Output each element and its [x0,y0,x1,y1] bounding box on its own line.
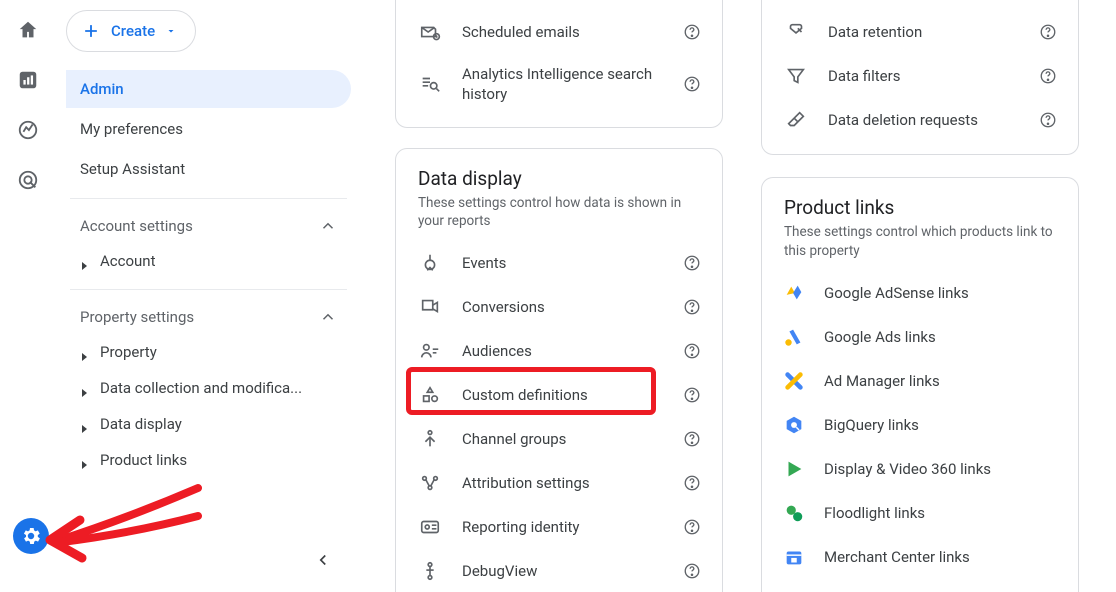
scheduled-emails-icon [416,20,444,44]
help-icon[interactable] [682,341,702,361]
events-icon [416,251,444,275]
home-icon[interactable] [16,18,40,42]
row-attribution-settings[interactable]: Attribution settings [396,461,722,505]
caret-right-icon [80,348,88,356]
row-data-deletion[interactable]: Data deletion requests [762,98,1078,142]
merchant-center-icon [782,545,806,569]
explore-icon[interactable] [16,118,40,142]
row-reporting-identity[interactable]: Reporting identity [396,505,722,549]
search-history-icon [416,72,444,96]
main-content: Scheduled emails Analytics Intelligence … [361,0,1116,592]
help-icon[interactable] [682,385,702,405]
divider [70,198,347,199]
left-rail [0,0,56,592]
data-retention-icon [782,20,810,44]
card-subtitle: These settings control which products li… [762,221,1078,271]
nav-setup-assistant[interactable]: Setup Assistant [66,150,351,188]
row-data-filters[interactable]: Data filters [762,54,1078,98]
row-floodlight-links[interactable]: Floodlight links [762,491,1078,535]
row-google-play-links[interactable]: Google Play links [762,579,1078,592]
custom-definitions-icon [416,383,444,407]
sidebar-item-data-collection[interactable]: Data collection and modifica... [66,370,351,406]
row-bigquery-links[interactable]: BigQuery links [762,403,1078,447]
sidebar-item-data-display[interactable]: Data display [66,406,351,442]
row-scheduled-emails[interactable]: Scheduled emails [396,10,722,54]
primary-nav: Admin My preferences Setup Assistant [66,70,351,188]
conversions-icon [416,295,444,319]
sidebar-item-property[interactable]: Property [66,334,351,370]
help-icon[interactable] [1038,66,1058,86]
nav-my-preferences[interactable]: My preferences [66,110,351,148]
row-channel-groups[interactable]: Channel groups [396,417,722,461]
google-ads-icon [782,325,806,349]
card-title: Product links [762,184,1078,221]
chevron-up-icon [319,217,337,235]
row-debugview[interactable]: DebugView [396,549,722,592]
help-icon[interactable] [682,561,702,581]
row-audiences[interactable]: Audiences [396,329,722,373]
help-icon[interactable] [682,473,702,493]
row-conversions[interactable]: Conversions [396,285,722,329]
debugview-icon [416,559,444,583]
property-settings-header[interactable]: Property settings [66,300,351,334]
plus-icon [81,21,101,41]
card-data-display: Data display These settings control how … [395,148,723,592]
help-icon[interactable] [682,253,702,273]
row-custom-definitions[interactable]: Custom definitions [396,373,722,417]
sidebar-item-product-links[interactable]: Product links [66,442,351,478]
sidebar-item-account[interactable]: Account [66,243,351,279]
caret-right-icon [80,257,88,265]
row-merchant-center-links[interactable]: Merchant Center links [762,535,1078,579]
row-ad-manager-links[interactable]: Ad Manager links [762,359,1078,403]
help-icon[interactable] [682,74,702,94]
help-icon[interactable] [682,429,702,449]
row-analytics-intelligence-history[interactable]: Analytics Intelligence search history [396,54,722,115]
adsense-icon [782,281,806,305]
help-icon[interactable] [1038,110,1058,130]
row-events[interactable]: Events [396,241,722,285]
row-dv360-links[interactable]: Display & Video 360 links [762,447,1078,491]
ad-manager-icon [782,369,806,393]
channel-groups-icon [416,427,444,451]
caret-right-icon [80,456,88,464]
eraser-icon [782,108,810,132]
card-title: Data display [396,155,722,192]
create-label: Create [111,22,155,40]
row-adsense-links[interactable]: Google AdSense links [762,271,1078,315]
card-right-top-partial: Data retention Data filters Data deletio… [761,0,1079,155]
row-google-ads-links[interactable]: Google Ads links [762,315,1078,359]
filter-icon [782,64,810,88]
bigquery-icon [782,413,806,437]
caret-right-icon [80,420,88,428]
help-icon[interactable] [682,517,702,537]
audiences-icon [416,339,444,363]
collapse-sidebar-button[interactable] [309,546,337,574]
help-icon[interactable] [682,22,702,42]
card-subtitle: These settings control how data is shown… [396,192,722,242]
dv360-icon [782,457,806,481]
caret-right-icon [80,384,88,392]
create-button[interactable]: Create [66,10,196,52]
attribution-icon [416,471,444,495]
admin-gear-button[interactable] [13,518,49,554]
dropdown-caret-icon [165,25,177,37]
advertising-icon[interactable] [16,168,40,192]
nav-admin[interactable]: Admin [66,70,351,108]
card-product-links: Product links These settings control whi… [761,177,1079,592]
divider [70,289,347,290]
admin-sidebar: Create Admin My preferences Setup Assist… [56,0,361,592]
help-icon[interactable] [682,297,702,317]
account-settings-header[interactable]: Account settings [66,209,351,243]
floodlight-icon [782,501,806,525]
row-data-retention[interactable]: Data retention [762,10,1078,54]
reports-icon[interactable] [16,68,40,92]
help-icon[interactable] [1038,22,1058,42]
card-top-partial: Scheduled emails Analytics Intelligence … [395,0,723,128]
chevron-up-icon [319,308,337,326]
reporting-identity-icon [416,515,444,539]
